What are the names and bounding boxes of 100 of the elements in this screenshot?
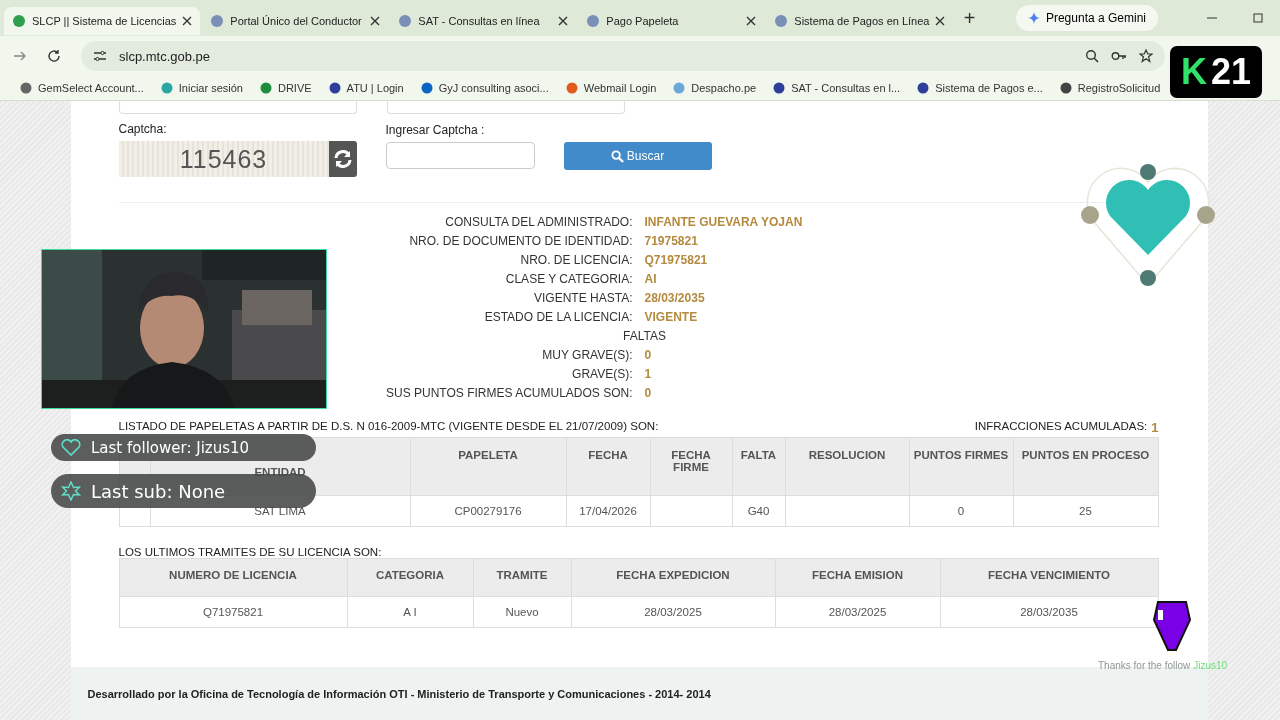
star-icon	[1139, 49, 1153, 63]
table-cell: CP00279176	[410, 495, 566, 527]
alert-name: Jizus10	[1193, 660, 1228, 671]
table-cell: A I	[347, 596, 473, 628]
channel-logo: K21	[1170, 46, 1262, 98]
field-label: Ingresar Captcha :	[385, 123, 486, 137]
field-label: Captcha:	[118, 122, 168, 136]
table-cell: 28/03/2025	[775, 596, 940, 628]
gem-drawing	[1152, 598, 1192, 654]
bookmark[interactable]: GyJ consulting asoci...	[420, 82, 549, 94]
column-header: PUNTOS EN PROCESO	[1013, 437, 1158, 496]
bookmark[interactable]: RegistroSolicitud	[1059, 82, 1161, 94]
browser-tab[interactable]: SAT - Consultas en línea	[390, 7, 577, 35]
table-cell: 25	[1013, 495, 1158, 527]
site-icon	[917, 82, 930, 94]
table-cell: 17/04/2026	[566, 495, 650, 527]
site-icon	[398, 14, 413, 28]
site-icon	[420, 82, 433, 94]
detail-label: CONSULTA DEL ADMINISTRADO:	[444, 215, 633, 229]
detail-label: ESTADO DE LA LICENCIA:	[483, 310, 633, 324]
site-settings-icon	[93, 49, 107, 63]
heart-icon	[61, 438, 81, 457]
bookmark[interactable]: GemSelect Account...	[20, 82, 144, 94]
bookmark[interactable]: Iniciar sesión	[160, 82, 243, 94]
alert-text: Thanks for the follow	[1098, 660, 1191, 671]
site-icon	[773, 82, 786, 94]
column-header: FECHA VENCIMIENTO	[940, 558, 1158, 597]
column-header: FALTA	[732, 437, 785, 496]
select-field[interactable]	[118, 101, 357, 114]
detail-label: SUS PUNTOS FIRMES ACUMULADOS SON:	[385, 386, 633, 400]
site-icon	[1059, 82, 1072, 94]
detail-label: CLASE Y CATEGORIA:	[504, 272, 633, 286]
browser-tab[interactable]: SLCP || Sistema de Licencias	[4, 7, 201, 35]
detail-value: 0	[644, 348, 653, 362]
column-header: CATEGORIA	[347, 558, 473, 597]
browser-tab[interactable]: Sistema de Pagos en Línea	[766, 7, 954, 35]
detail-value: 71975821	[644, 234, 699, 248]
footer-text: Desarrollado por la Oficina de Tecnología de Información OTI - Ministerio de Transporte y Comunicaciones - 2014- 2014	[87, 687, 711, 700]
section-title: LOS ULTIMOS TRAMITES DE SU LICENCIA SON:	[118, 546, 383, 558]
column-header: FECHA EMISION	[775, 558, 940, 597]
detail-value: Q71975821	[644, 253, 709, 267]
section-title: LISTADO DE PAPELETAS A PARTIR DE D.S. N 016-2009-MTC (VIGENTE DESDE EL 21/07/2009) SON:	[118, 420, 659, 434]
zoom-icon	[1085, 49, 1099, 63]
address-bar[interactable]: slcp.mtc.gob.pe	[81, 41, 1165, 71]
site-icon	[328, 82, 341, 94]
bookmark[interactable]: Sistema de Pagos e...	[917, 82, 1043, 94]
table-cell: Nuevo	[473, 596, 571, 628]
site-icon	[586, 14, 601, 28]
captcha-input[interactable]	[385, 142, 535, 169]
browser-tab[interactable]: Pago Papeleta	[578, 7, 765, 35]
column-header: PUNTOS FIRMES	[909, 437, 1013, 496]
column-header: NUMERO DE LICENCIA	[119, 558, 347, 597]
table-cell: G40	[732, 495, 785, 527]
refresh-icon	[332, 149, 353, 169]
site-icon	[260, 82, 272, 94]
captcha-image: 115463	[118, 141, 329, 177]
detail-value: AI	[644, 272, 658, 286]
bookmark[interactable]: Webmail Login	[565, 82, 657, 94]
input-field[interactable]	[386, 101, 625, 114]
alert-badge: Last follower: Jizus10	[51, 434, 316, 461]
column-header: TRAMITE	[473, 558, 571, 597]
search-button[interactable]: Buscar	[563, 142, 712, 170]
column-header: PAPELETA	[410, 437, 566, 496]
total-value: 1	[1151, 420, 1159, 435]
total-label: INFRACCIONES ACUMULADAS:	[974, 420, 1148, 434]
table-cell: 28/03/2025	[571, 596, 775, 628]
table-cell: 0	[909, 495, 1013, 527]
detail-value: 0	[644, 386, 653, 400]
column-header: RESOLUCION	[785, 437, 909, 496]
detail-label: VIGENTE HASTA:	[533, 291, 633, 305]
bookmark[interactable]: SAT - Consultas en l...	[773, 82, 901, 94]
site-icon	[565, 82, 578, 94]
detail-label: GRAVE(S):	[571, 367, 633, 381]
close-icon	[370, 16, 381, 26]
restore-icon	[1253, 13, 1263, 23]
detail-label: MUY GRAVE(S):	[541, 348, 633, 362]
close-icon	[746, 16, 757, 26]
detail-value: INFANTE GUEVARA YOJAN	[644, 215, 804, 229]
table-cell: Q71975821	[119, 596, 347, 628]
close-icon	[935, 16, 946, 26]
sparkle-icon	[1027, 12, 1040, 24]
browser-tab[interactable]: Portal Único del Conductor	[202, 7, 389, 35]
refresh-button[interactable]	[328, 141, 357, 177]
column-header: FECHA	[566, 437, 650, 496]
star-icon	[61, 481, 81, 501]
detail-value: 1	[644, 367, 653, 381]
detail-label: NRO. DE LICENCIA:	[519, 253, 633, 267]
detail-value: 28/03/2035	[644, 291, 706, 305]
gemini-button[interactable]: Pregunta a Gemini	[1015, 5, 1158, 31]
forward-icon	[13, 49, 27, 63]
detail-label: NRO. DE DOCUMENTO DE IDENTIDAD:	[408, 234, 633, 248]
section-title: FALTAS	[623, 329, 666, 343]
site-icon	[210, 14, 225, 28]
new-tab-button[interactable]: +	[955, 5, 984, 31]
site-icon	[673, 82, 686, 94]
bookmark[interactable]: DRIVE	[260, 82, 312, 94]
bookmark[interactable]: Despacho.pe	[673, 82, 757, 94]
reload-icon	[47, 49, 61, 63]
bookmark[interactable]: ATU | Login	[328, 82, 404, 94]
close-icon	[182, 16, 193, 26]
